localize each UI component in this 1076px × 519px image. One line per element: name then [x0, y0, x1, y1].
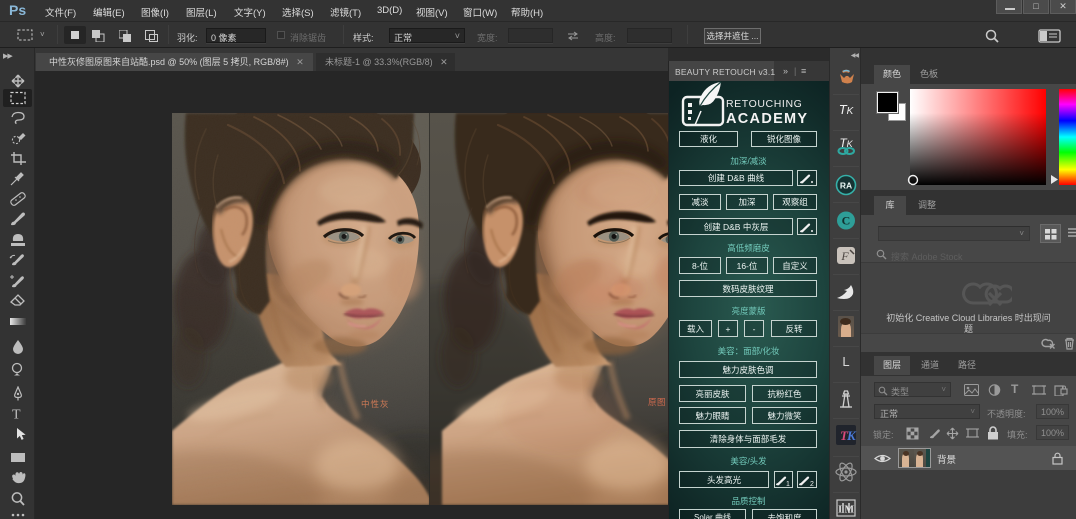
svg-text:RA: RA	[840, 181, 852, 191]
svg-text:中性灰: 中性灰	[361, 399, 390, 409]
svg-text:K: K	[846, 428, 857, 443]
svg-text:I M: I M	[838, 505, 854, 516]
svg-text:T: T	[12, 408, 21, 422]
svg-text:1: 1	[786, 481, 790, 487]
svg-text:C: C	[842, 214, 851, 228]
svg-text:F: F	[840, 249, 849, 263]
svg-text:2: 2	[810, 481, 814, 487]
svg-text:原图: 原图	[648, 397, 666, 407]
